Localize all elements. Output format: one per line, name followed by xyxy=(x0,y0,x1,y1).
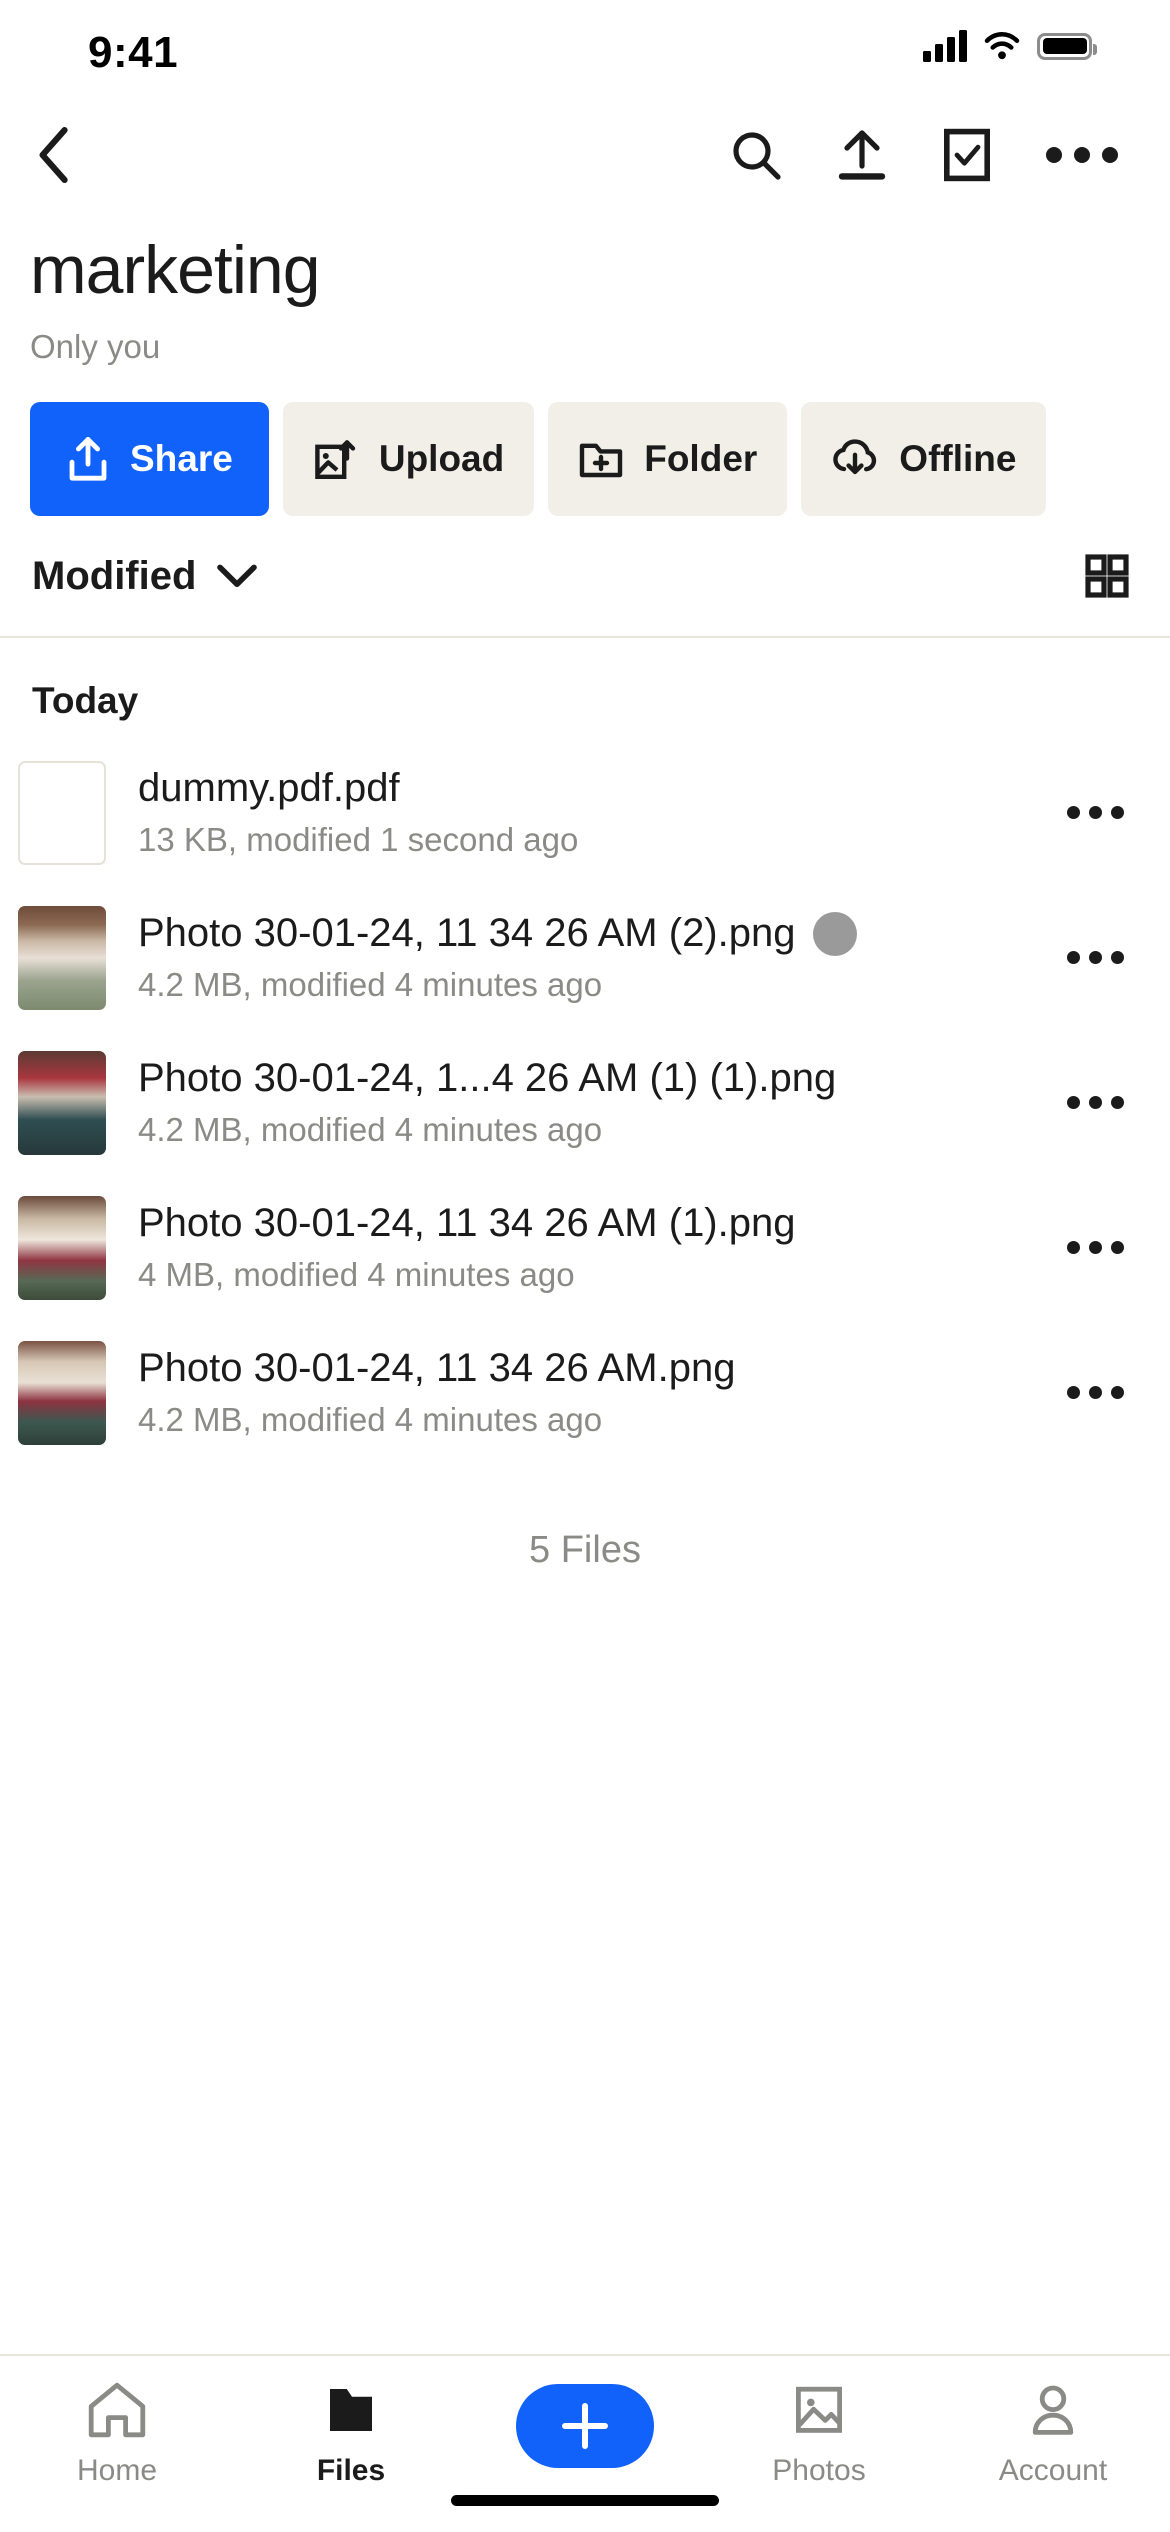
sort-and-view-bar: Modified xyxy=(0,516,1170,636)
add-fab[interactable] xyxy=(468,2380,702,2468)
image-upload-icon xyxy=(313,436,359,482)
file-thumbnail xyxy=(18,905,106,1010)
person-icon xyxy=(1022,2380,1084,2440)
file-name: Photo 30-01-24, 11 34 26 AM (1).png xyxy=(138,1201,796,1245)
upload-button[interactable]: Upload xyxy=(282,402,535,516)
tab-photos[interactable]: Photos xyxy=(702,2380,936,2488)
more-horizontal-icon xyxy=(1066,1386,1124,1399)
row-more-button[interactable] xyxy=(1060,806,1130,819)
wifi-icon xyxy=(983,31,1021,61)
file-name-row: Photo 30-01-24, 1...4 26 AM (1) (1).png xyxy=(138,1056,1060,1101)
tab-files[interactable]: Files xyxy=(234,2380,468,2488)
file-thumbnail xyxy=(18,1195,106,1300)
file-meta: 4.2 MB, modified 4 minutes ago xyxy=(138,1401,603,1438)
file-info: dummy.pdf.pdf 13 KB, modified 1 second a… xyxy=(106,766,1060,859)
file-count-label: 5 Files xyxy=(529,1529,641,1571)
photos-icon xyxy=(788,2380,850,2440)
back-chevron-icon[interactable] xyxy=(32,124,78,186)
tab-account[interactable]: Account xyxy=(936,2380,1170,2488)
home-indicator xyxy=(451,2495,719,2506)
home-icon xyxy=(86,2380,148,2440)
file-name-row: Photo 30-01-24, 11 34 26 AM (1).png xyxy=(138,1201,1060,1246)
checkbox-select-icon[interactable] xyxy=(942,128,992,182)
folder-label: Folder xyxy=(644,438,758,479)
tab-label: Files xyxy=(316,2454,386,2487)
tab-label: Photos xyxy=(772,2454,866,2487)
status-bar-time: 9:41 xyxy=(88,28,179,77)
more-horizontal-icon xyxy=(1066,806,1124,819)
file-meta: 4.2 MB, modified 4 minutes ago xyxy=(138,966,603,1003)
tab-label: Account xyxy=(998,2454,1108,2487)
offline-button[interactable]: Offline xyxy=(801,402,1047,516)
table-row[interactable]: Photo 30-01-24, 11 34 26 AM (1).png 4 MB… xyxy=(0,1175,1170,1320)
file-info: Photo 30-01-24, 11 34 26 AM.png 4.2 MB, … xyxy=(106,1346,1060,1439)
folder-sharing-status: Only you xyxy=(30,328,161,365)
share-label: Share xyxy=(130,438,233,479)
file-meta: 4.2 MB, modified 4 minutes ago xyxy=(138,1111,603,1148)
app-root: 9:41 marketing Only you Share Upload Fol… xyxy=(0,0,1170,2532)
row-more-button[interactable] xyxy=(1060,951,1130,964)
status-badge xyxy=(813,911,858,956)
upload-icon[interactable] xyxy=(836,128,888,182)
sort-label: Modified xyxy=(32,553,197,598)
row-more-button[interactable] xyxy=(1060,1096,1130,1109)
file-name: Photo 30-01-24, 11 34 26 AM (2).png xyxy=(138,911,796,955)
status-bar: 9:41 xyxy=(0,0,1170,100)
file-info: Photo 30-01-24, 1...4 26 AM (1) (1).png … xyxy=(106,1056,1060,1149)
table-row[interactable]: Photo 30-01-24, 1...4 26 AM (1) (1).png … xyxy=(0,1030,1170,1175)
file-name-row: Photo 30-01-24, 11 34 26 AM.png xyxy=(138,1346,1060,1391)
folder-plus-icon xyxy=(578,437,624,481)
file-thumbnail xyxy=(18,760,106,865)
file-meta: 4 MB, modified 4 minutes ago xyxy=(138,1256,575,1293)
quick-actions-bar: Share Upload Folder Offline xyxy=(0,402,1170,516)
search-icon[interactable] xyxy=(730,129,782,181)
upload-label: Upload xyxy=(378,438,505,479)
file-info: Photo 30-01-24, 11 34 26 AM (1).png 4 MB… xyxy=(106,1201,1060,1294)
cloud-download-icon xyxy=(831,438,879,480)
page-title: marketing xyxy=(30,232,321,308)
share-icon xyxy=(66,435,110,483)
more-horizontal-icon xyxy=(1066,1096,1124,1109)
table-row[interactable]: Photo 30-01-24, 11 34 26 AM.png 4.2 MB, … xyxy=(0,1320,1170,1465)
file-list: Today dummy.pdf.pdf 13 KB, modified 1 se… xyxy=(0,638,1170,2354)
nav-right-group xyxy=(730,128,1118,182)
file-name: dummy.pdf.pdf xyxy=(138,766,400,810)
battery-icon xyxy=(1037,32,1097,60)
row-more-button[interactable] xyxy=(1060,1241,1130,1254)
plus-icon xyxy=(516,2384,654,2468)
tab-label: Home xyxy=(76,2454,158,2487)
table-row[interactable]: Photo 30-01-24, 11 34 26 AM (2).png 4.2 … xyxy=(0,885,1170,1030)
nav-left-group xyxy=(32,124,78,186)
file-meta: 13 KB, modified 1 second ago xyxy=(138,821,579,858)
folder-header: marketing Only you xyxy=(0,210,1170,366)
file-thumbnail xyxy=(18,1340,106,1445)
more-horizontal-icon[interactable] xyxy=(1046,147,1118,163)
file-thumbnail xyxy=(18,1050,106,1155)
status-bar-indicators xyxy=(923,30,1097,62)
offline-label: Offline xyxy=(899,438,1017,479)
share-button[interactable]: Share xyxy=(30,402,269,516)
table-row[interactable]: dummy.pdf.pdf 13 KB, modified 1 second a… xyxy=(0,740,1170,885)
cellular-signal-icon xyxy=(923,30,967,62)
grid-view-icon[interactable] xyxy=(1084,553,1130,599)
file-name-row: dummy.pdf.pdf xyxy=(138,766,1060,811)
file-name: Photo 30-01-24, 11 34 26 AM.png xyxy=(138,1346,736,1390)
tab-home[interactable]: Home xyxy=(0,2380,234,2488)
sort-selector[interactable]: Modified xyxy=(32,554,258,599)
file-info: Photo 30-01-24, 11 34 26 AM (2).png 4.2 … xyxy=(106,911,1060,1004)
folder-button[interactable]: Folder xyxy=(548,402,788,516)
file-name-row: Photo 30-01-24, 11 34 26 AM (2).png xyxy=(138,911,1060,956)
file-name: Photo 30-01-24, 1...4 26 AM (1) (1).png xyxy=(138,1056,837,1100)
more-horizontal-icon xyxy=(1066,1241,1124,1254)
chevron-down-icon xyxy=(216,563,258,589)
list-group-header: Today xyxy=(32,680,139,721)
more-horizontal-icon xyxy=(1066,951,1124,964)
row-more-button[interactable] xyxy=(1060,1386,1130,1399)
bottom-tab-bar: Home Files Photos Account xyxy=(0,2354,1170,2532)
folder-icon xyxy=(320,2380,382,2440)
top-nav-bar xyxy=(0,100,1170,210)
